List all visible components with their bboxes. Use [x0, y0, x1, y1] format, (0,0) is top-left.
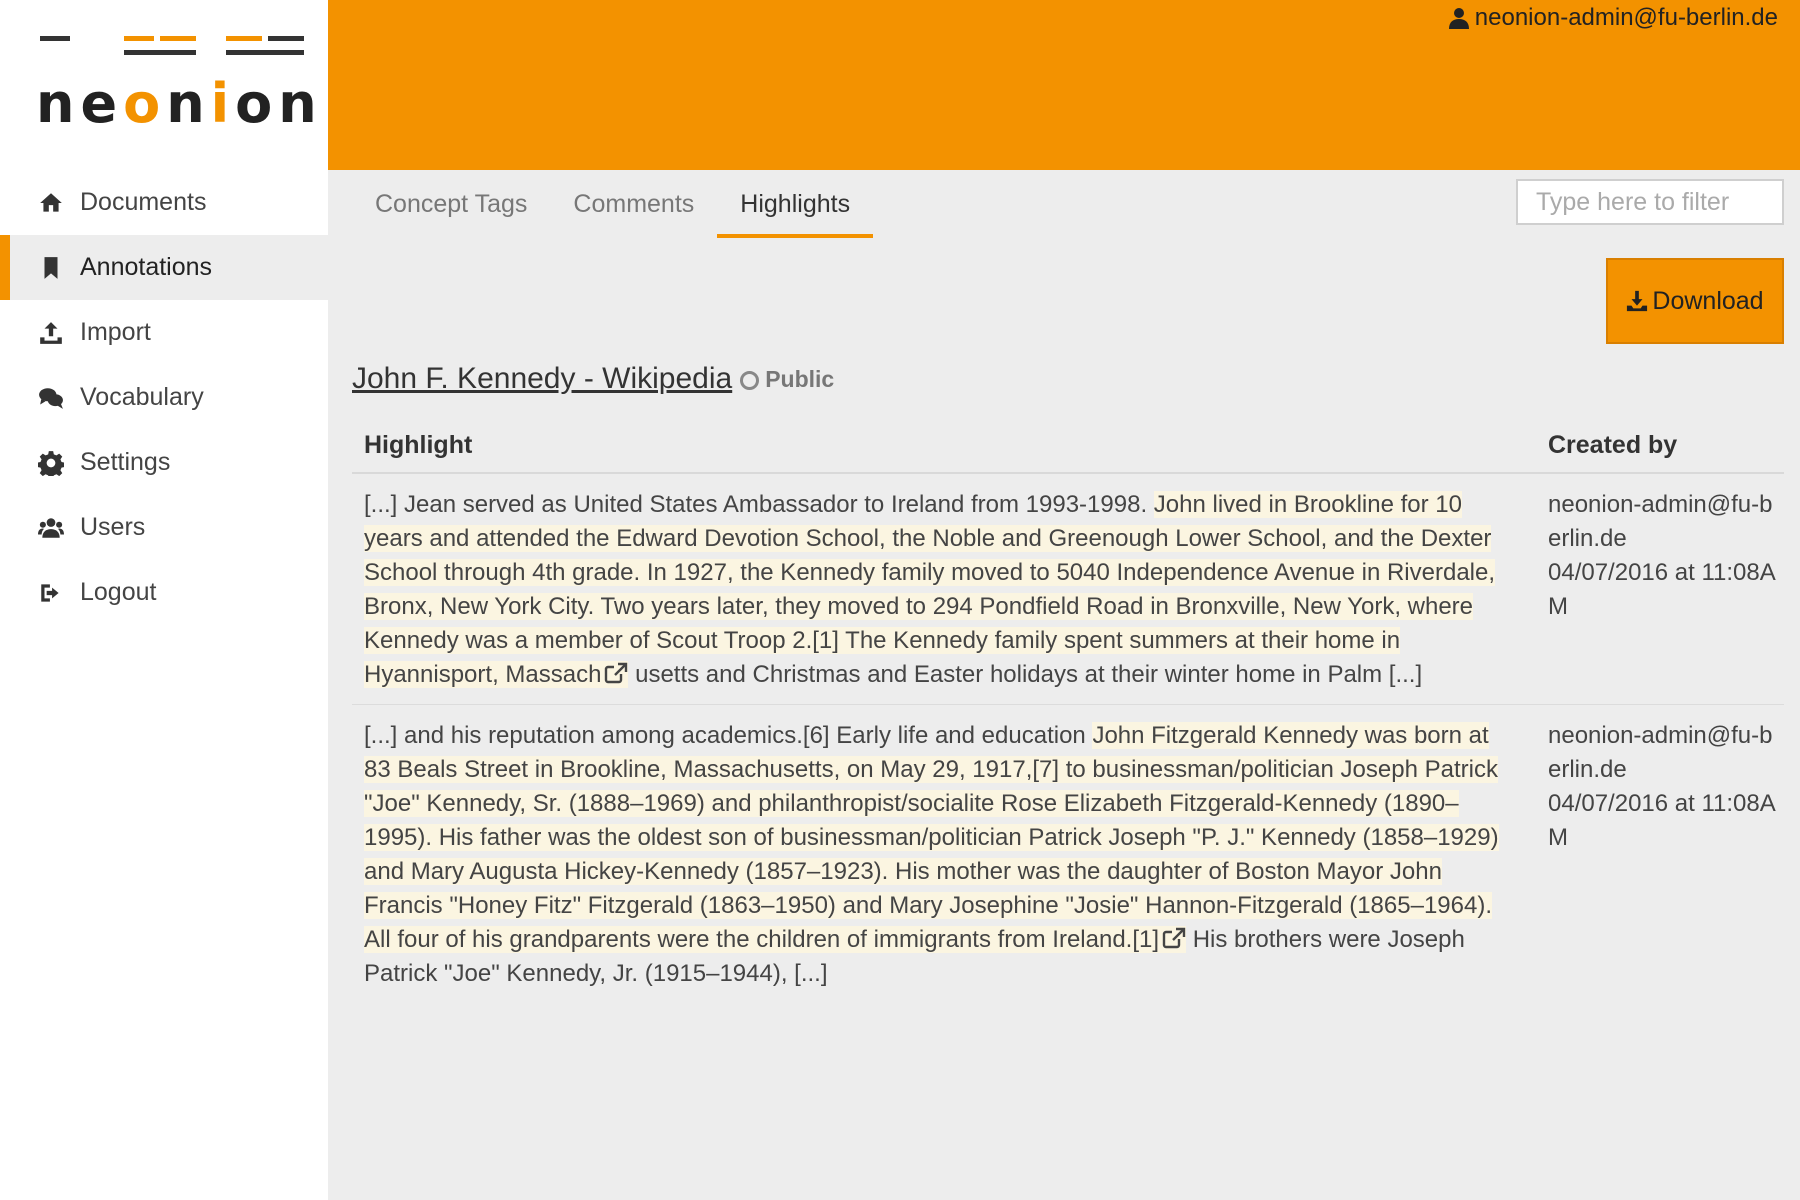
highlight-cell: [...] Jean served as United States Ambas… [352, 488, 1548, 692]
sidebar-item-logout[interactable]: Logout [0, 560, 328, 625]
highlight-cell: [...] and his reputation among academics… [352, 719, 1548, 991]
upload-icon [36, 318, 66, 348]
sidebar-item-users[interactable]: Users [0, 495, 328, 560]
sidebar-item-label: Annotations [80, 253, 213, 281]
annotation-tabs: Concept Tags Comments Highlights [352, 170, 873, 238]
context-before: [...] Jean served as United States Ambas… [364, 491, 1154, 518]
document-title-link[interactable]: John F. Kennedy - Wikipedia [352, 362, 732, 396]
sidebar-item-label: Documents [80, 188, 207, 216]
highlight-text: John lived in Brookline for 10 years and… [364, 491, 1496, 688]
home-icon [36, 188, 66, 218]
highlighted-text: John lived in Brookline for 10 years and… [364, 491, 1496, 688]
sidebar-item-label: Logout [80, 578, 157, 606]
users-icon [36, 513, 66, 543]
logo-bars [36, 28, 306, 62]
tab-concept-tags[interactable]: Concept Tags [352, 170, 550, 238]
table-header: Highlight Created by [352, 418, 1784, 474]
author: neonion-admin@fu-berlin.de [1548, 491, 1773, 552]
top-header: neonion-admin@fu-berlin.de [328, 0, 1800, 170]
visibility-label: Public [765, 365, 835, 392]
sidebar-item-label: Users [80, 513, 146, 541]
author: neonion-admin@fu-berlin.de [1548, 722, 1773, 783]
context-before: [...] and his reputation among academics… [364, 722, 1093, 749]
tab-comments[interactable]: Comments [550, 170, 717, 238]
comments-icon [36, 383, 66, 413]
column-header-created-by: Created by [1548, 430, 1678, 459]
sign-out-icon [36, 578, 66, 608]
highlight-text: John Fitzgerald Kennedy was born at 83 B… [364, 722, 1499, 953]
table-row: [...] and his reputation among academics… [352, 705, 1784, 1003]
download-label: Download [1652, 286, 1764, 315]
highlights-table: Highlight Created by [...] Jean served a… [352, 418, 1784, 1003]
download-icon [1627, 290, 1648, 312]
created-by-cell: neonion-admin@fu-berlin.de 04/07/2016 at… [1548, 488, 1784, 692]
table-row: [...] Jean served as United States Ambas… [352, 474, 1784, 705]
user-icon [1448, 8, 1469, 29]
created-date: 04/07/2016 at 11:08AM [1548, 559, 1776, 620]
created-date: 04/07/2016 at 11:08AM [1548, 790, 1776, 851]
bookmark-icon [36, 253, 66, 283]
column-header-highlight: Highlight [364, 430, 473, 459]
user-menu[interactable]: neonion-admin@fu-berlin.de [1448, 4, 1778, 32]
sidebar-item-label: Vocabulary [80, 383, 204, 411]
filter-input[interactable] [1516, 179, 1784, 225]
sidebar-item-label: Settings [80, 448, 171, 476]
highlighted-text: John Fitzgerald Kennedy was born at 83 B… [364, 722, 1499, 953]
download-button[interactable]: Download [1606, 258, 1784, 344]
neonion-logo[interactable]: neonion [36, 28, 317, 138]
logo-wordmark: neonion [36, 72, 323, 135]
sidebar: neonion Documents Annotations Import Voc… [0, 0, 328, 1200]
document-heading: John F. Kennedy - Wikipedia Public [352, 362, 834, 396]
gear-icon [36, 448, 66, 478]
sidebar-item-vocabulary[interactable]: Vocabulary [0, 365, 328, 430]
external-link-icon[interactable] [604, 660, 628, 684]
sidebar-item-settings[interactable]: Settings [0, 430, 328, 495]
sidebar-nav: Documents Annotations Import Vocabulary … [0, 170, 328, 625]
context-after: usetts and Christmas and Easter holidays… [628, 661, 1423, 688]
sidebar-item-label: Import [80, 318, 151, 346]
sidebar-item-documents[interactable]: Documents [0, 170, 328, 235]
sidebar-item-annotations[interactable]: Annotations [0, 235, 328, 300]
circle-icon [740, 370, 760, 390]
created-by-cell: neonion-admin@fu-berlin.de 04/07/2016 at… [1548, 719, 1784, 991]
visibility-badge: Public [740, 366, 834, 393]
tab-highlights[interactable]: Highlights [717, 170, 873, 238]
sidebar-item-import[interactable]: Import [0, 300, 328, 365]
external-link-icon[interactable] [1162, 925, 1186, 949]
user-email: neonion-admin@fu-berlin.de [1474, 4, 1778, 31]
